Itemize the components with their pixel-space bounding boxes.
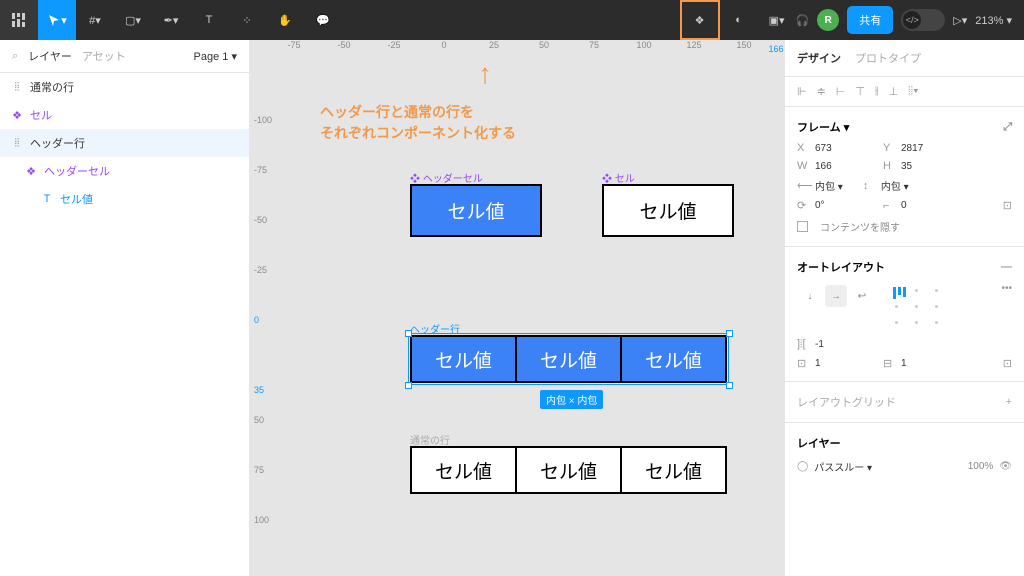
gap-input[interactable] (815, 339, 863, 350)
zoom-dropdown[interactable]: 213% ▾ (975, 14, 1012, 27)
align-bottom-icon[interactable]: ⊥ (889, 85, 899, 98)
selection-outline (408, 333, 729, 385)
normal-row-cell[interactable]: セル値 (410, 446, 517, 494)
menu-icon[interactable] (0, 0, 38, 40)
annotation-text: ヘッダー行と通常の行をそれぞれコンポーネント化する (320, 102, 516, 144)
w-input[interactable] (815, 161, 863, 172)
audio-icon[interactable]: 🎧 (796, 0, 810, 40)
opacity-value[interactable]: 100% (968, 461, 994, 472)
boolean-tool-icon[interactable]: ▣▾ (758, 0, 796, 40)
resources-icon[interactable]: ⁘ (228, 0, 266, 40)
component-tool-icon[interactable]: ❖ (680, 0, 720, 40)
align-left-icon[interactable]: ⊩ (797, 85, 807, 98)
align-icons: ⊩ ≑ ⊢ ⊤ ⫲ ⊥ ⦙⦙▾ (785, 77, 1024, 106)
visibility-icon[interactable]: 👁 (999, 461, 1012, 472)
padding-v-input[interactable] (901, 358, 949, 369)
cell-component[interactable]: セル値 (602, 184, 734, 237)
prototype-tab[interactable]: プロトタイプ (855, 50, 921, 66)
direction-wrap-icon[interactable]: ↩ (851, 285, 873, 307)
normal-row-label: 通常の行 (410, 432, 450, 447)
frame-tool-icon[interactable]: #▾ (76, 0, 114, 40)
selection-handle[interactable] (726, 382, 733, 389)
align-right-icon[interactable]: ⊢ (836, 85, 846, 98)
normal-row-cell[interactable]: セル値 (620, 446, 727, 494)
corner-detail-icon[interactable]: ⊡ (1003, 199, 1012, 212)
text-tool-icon[interactable]: T (190, 0, 228, 40)
design-panel: デザイン プロトタイプ ⊩ ≑ ⊢ ⊤ ⫲ ⊥ ⦙⦙▾ フレーム ▾⤢ X Y … (784, 40, 1024, 576)
annotation-arrow: ↑ (478, 58, 492, 90)
page-dropdown[interactable]: Page 1 ▾ (194, 50, 237, 63)
normal-row-cell[interactable]: セル値 (515, 446, 622, 494)
align-center-icon[interactable]: ≑ (817, 85, 826, 98)
clip-content-label: コンテンツを隠す (820, 219, 900, 234)
layer-header-cell[interactable]: ❖ヘッダーセル (0, 157, 249, 185)
blend-mode-dropdown[interactable]: パススルー ▾ (814, 459, 872, 474)
x-input[interactable] (815, 143, 863, 154)
share-button[interactable]: 共有 (847, 6, 893, 34)
present-icon[interactable]: ▷▾ (953, 0, 967, 40)
distribute-icon[interactable]: ⦙⦙▾ (908, 85, 918, 98)
selection-handle[interactable] (405, 330, 412, 337)
rotation-input[interactable] (815, 200, 863, 211)
direction-vertical-icon[interactable]: ↓ (799, 285, 821, 307)
top-toolbar: ▾ #▾ ▢▾ ✒▾ T ⁘ ✋ 💬 ❖ ◐ ▣▾ 🎧 R 共有 </> ▷▾ … (0, 0, 1024, 40)
design-tab[interactable]: デザイン (797, 50, 841, 66)
pen-tool-icon[interactable]: ✒▾ (152, 0, 190, 40)
direction-horizontal-icon[interactable]: → (825, 285, 847, 307)
layers-panel: ⌕ レイヤー アセット Page 1 ▾ ⦙⦙通常の行 ❖セル ⦙⦙ヘッダー行 … (0, 40, 250, 576)
padding-detail-icon[interactable]: ⊡ (1003, 357, 1012, 370)
blend-mode-icon[interactable]: ◯ (797, 461, 808, 472)
v-constraint[interactable]: 内包 ▾ (881, 178, 909, 193)
ruler-horizontal: -75-50-25 02550 75100125 150 166 (272, 40, 784, 60)
cell-label: ❖ セル (602, 170, 635, 185)
hand-tool-icon[interactable]: ✋ (266, 0, 304, 40)
align-top-icon[interactable]: ⊤ (855, 85, 865, 98)
y-input[interactable] (901, 143, 949, 154)
add-grid-icon[interactable]: + (1006, 396, 1012, 408)
remove-autolayout-icon[interactable]: — (1001, 261, 1012, 273)
layer-cell-value[interactable]: Tセル値 (0, 185, 249, 213)
header-cell-component[interactable]: セル値 (410, 184, 542, 237)
corner-input[interactable] (901, 200, 949, 211)
move-tool-icon[interactable]: ▾ (38, 0, 76, 40)
layers-tab[interactable]: レイヤー (28, 48, 72, 64)
layer-header-row[interactable]: ⦙⦙ヘッダー行 (0, 129, 249, 157)
h-input[interactable] (901, 161, 949, 172)
align-middle-icon[interactable]: ⫲ (875, 85, 879, 98)
header-cell-label: ❖ ヘッダーセル (410, 170, 483, 185)
comment-tool-icon[interactable]: 💬 (304, 0, 342, 40)
padding-h-input[interactable] (815, 358, 863, 369)
canvas[interactable]: -75-50-25 02550 75100125 150 166 -100-75… (250, 40, 784, 576)
resize-fit-icon[interactable]: ⤢ (1003, 121, 1012, 134)
search-icon[interactable]: ⌕ (12, 50, 18, 63)
size-badge: 内包 × 内包 (540, 390, 603, 409)
mask-tool-icon[interactable]: ◐ (720, 0, 758, 40)
selection-handle[interactable] (726, 330, 733, 337)
layer-cell[interactable]: ❖セル (0, 101, 249, 129)
h-constraint[interactable]: 内包 ▾ (815, 178, 843, 193)
rect-tool-icon[interactable]: ▢▾ (114, 0, 152, 40)
normal-row[interactable]: セル値 セル値 セル値 (410, 446, 727, 494)
alignment-grid[interactable] (887, 283, 947, 331)
ruler-vertical: -100-75-50 -250 3550 75100 (250, 60, 272, 576)
user-avatar[interactable]: R (817, 9, 839, 31)
assets-tab[interactable]: アセット (82, 48, 126, 64)
clip-checkbox[interactable] (797, 221, 808, 232)
selection-handle[interactable] (405, 382, 412, 389)
autolayout-more-icon[interactable]: ••• (1001, 283, 1012, 294)
layer-normal-row[interactable]: ⦙⦙通常の行 (0, 73, 249, 101)
dev-mode-toggle[interactable]: </> (901, 9, 945, 31)
